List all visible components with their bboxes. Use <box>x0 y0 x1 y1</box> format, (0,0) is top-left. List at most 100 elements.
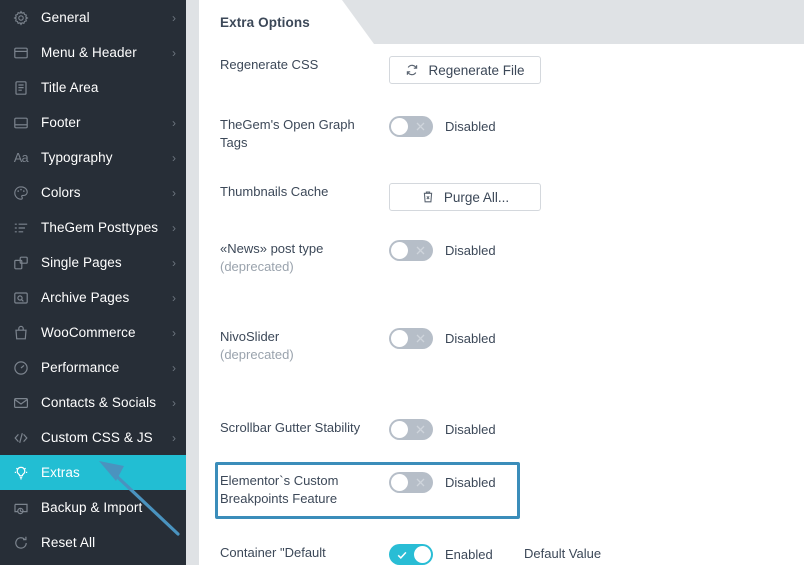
toggle-track <box>389 472 433 493</box>
option-control-nivoslider: Disabled <box>389 328 496 354</box>
option-label-container-default: Container "Default <box>220 545 326 560</box>
toggle-knob <box>391 421 408 438</box>
chevron-right-icon: › <box>172 150 176 165</box>
chevron-right-icon: › <box>172 115 176 130</box>
toggle-knob <box>391 118 408 135</box>
reset-icon <box>12 534 30 552</box>
sidebar-item-single-pages[interactable]: Single Pages › <box>0 245 186 280</box>
tab-extra-options-label: Extra Options <box>220 15 310 30</box>
sidebar-item-label: Single Pages <box>41 255 122 270</box>
sidebar-item-label: Reset All <box>41 535 96 550</box>
container-default-toggle[interactable]: Enabled <box>389 544 493 565</box>
sidebar-item-custom-css-js[interactable]: Custom CSS & JS › <box>0 420 186 455</box>
option-label-news-post-type: «News» post type (deprecated) <box>220 240 380 276</box>
sidebar-item-extras[interactable]: Extras <box>0 455 186 490</box>
elementor-breakpoints-toggle[interactable]: Disabled <box>389 472 496 493</box>
toggle-track <box>389 116 433 137</box>
regenerate-file-button-label: Regenerate File <box>428 62 525 78</box>
sidebar-item-backup-import[interactable]: Backup & Import <box>0 490 186 525</box>
chevron-right-icon: › <box>172 185 176 200</box>
news-post-type-state-label: Disabled <box>445 243 496 258</box>
toggle-track <box>389 240 433 261</box>
archive-icon <box>12 289 30 307</box>
chevron-right-icon: › <box>172 220 176 235</box>
option-label-nivoslider-main: NivoSlider <box>220 329 280 344</box>
news-post-type-toggle[interactable]: Disabled <box>389 240 496 261</box>
option-control-regenerate-css: Regenerate File <box>389 56 541 84</box>
chevron-right-icon: › <box>172 430 176 445</box>
sidebar-item-contacts-socials[interactable]: Contacts & Socials › <box>0 385 186 420</box>
sidebar-item-label: Extras <box>41 465 80 480</box>
open-graph-toggle[interactable]: Disabled <box>389 116 496 137</box>
option-label-nivoslider: NivoSlider (deprecated) <box>220 328 380 364</box>
sidebar-item-typography[interactable]: Aa Typography › <box>0 140 186 175</box>
sidebar-item-footer[interactable]: Footer › <box>0 105 186 140</box>
option-label-news-post-type-deprecated: (deprecated) <box>220 259 294 274</box>
sidebar-item-label: WooCommerce <box>41 325 136 340</box>
sidebar-item-label: Menu & Header <box>41 45 137 60</box>
chevron-right-icon: › <box>172 290 176 305</box>
settings-screen: General › Menu & Header › Title Area Footer › A… <box>0 0 804 565</box>
sidebar-item-general[interactable]: General › <box>0 0 186 35</box>
chevron-right-icon: › <box>172 10 176 25</box>
document-icon <box>12 79 30 97</box>
toggle-track <box>389 419 433 440</box>
content-panel: Extra Options Regenerate CSS Regenerate … <box>199 0 804 565</box>
chevron-right-icon: › <box>172 325 176 340</box>
option-control-news-post-type: Disabled <box>389 240 496 266</box>
chevron-right-icon: › <box>172 45 176 60</box>
sidebar-item-label: Archive Pages <box>41 290 130 305</box>
option-label-nivoslider-deprecated: (deprecated) <box>220 347 294 362</box>
sidebar-item-label: Performance <box>41 360 120 375</box>
open-graph-state-label: Disabled <box>445 119 496 134</box>
sidebar-item-woocommerce[interactable]: WooCommerce › <box>0 315 186 350</box>
option-label-open-graph: TheGem's Open Graph Tags <box>220 117 355 150</box>
toggle-knob <box>391 242 408 259</box>
container-default-state-label: Enabled <box>445 547 493 562</box>
toggle-knob <box>391 330 408 347</box>
bulb-icon <box>12 464 30 482</box>
sidebar-item-label: Custom CSS & JS <box>41 430 153 445</box>
settings-sidebar: General › Menu & Header › Title Area Footer › A… <box>0 0 186 565</box>
sidebar-item-reset-all[interactable]: Reset All <box>0 525 186 560</box>
elementor-breakpoints-state-label: Disabled <box>445 475 496 490</box>
mail-icon <box>12 394 30 412</box>
chevron-right-icon: › <box>172 360 176 375</box>
option-label-news-post-type-main: «News» post type <box>220 241 324 256</box>
sidebar-item-label: General <box>41 10 90 25</box>
toggle-knob <box>414 546 431 563</box>
sidebar-item-colors[interactable]: Colors › <box>0 175 186 210</box>
toggle-track <box>389 544 433 565</box>
sidebar-item-menu-header[interactable]: Menu & Header › <box>0 35 186 70</box>
sidebar-item-title-area[interactable]: Title Area <box>0 70 186 105</box>
purge-all-button[interactable]: Purge All... <box>389 183 541 211</box>
option-label-elementor-breakpoints: Elementor`s Custom Breakpoints Feature <box>220 473 339 506</box>
option-control-container-default: Enabled <box>389 544 493 565</box>
nivoslider-state-label: Disabled <box>445 331 496 346</box>
tab-bar: Extra Options <box>199 0 804 44</box>
palette-icon <box>12 184 30 202</box>
typography-icon: Aa <box>13 150 29 165</box>
option-control-open-graph: Disabled <box>389 116 496 142</box>
regenerate-file-button[interactable]: Regenerate File <box>389 56 541 84</box>
cross-icon <box>409 240 432 261</box>
nivoslider-toggle[interactable]: Disabled <box>389 328 496 349</box>
sidebar-item-archive-pages[interactable]: Archive Pages › <box>0 280 186 315</box>
option-control-elementor-breakpoints: Disabled <box>389 472 496 498</box>
sidebar-item-performance[interactable]: Performance › <box>0 350 186 385</box>
toggle-knob <box>391 474 408 491</box>
chevron-right-icon: › <box>172 255 176 270</box>
cross-icon <box>409 419 432 440</box>
sidebar-item-label: Footer <box>41 115 81 130</box>
sidebar-item-label: Title Area <box>41 80 99 95</box>
sidebar-item-label: TheGem Posttypes <box>41 220 159 235</box>
pages-icon <box>12 254 30 272</box>
gear-icon <box>12 9 30 27</box>
sidebar-item-label: Contacts & Socials <box>41 395 157 410</box>
option-label-regenerate-css: Regenerate CSS <box>220 57 319 72</box>
sidebar-item-thegem-posttypes[interactable]: TheGem Posttypes › <box>0 210 186 245</box>
sidebar-item-label: Typography <box>41 150 113 165</box>
scrollbar-gutter-toggle[interactable]: Disabled <box>389 419 496 440</box>
cross-icon <box>409 116 432 137</box>
backup-icon <box>12 499 30 517</box>
